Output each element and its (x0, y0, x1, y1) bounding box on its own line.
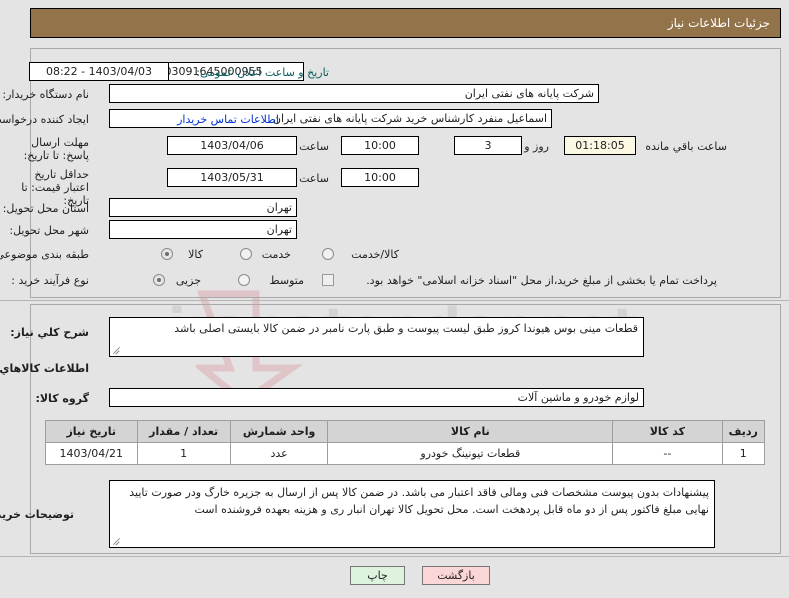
col-need-date: تاریخ نیاز (45, 420, 138, 443)
radio-category-kala[interactable] (161, 248, 173, 260)
col-row: ردیف (721, 420, 766, 443)
goods-group-field[interactable]: لوازم خودرو و ماشین آلات (109, 388, 644, 407)
days-unit-label: روز و (524, 140, 549, 153)
radio-category-kala-khedmat[interactable] (322, 248, 334, 260)
table-header-row: ردیف کد کالا نام کالا واحد شمارش تعداد /… (45, 420, 766, 443)
summary-text: قطعات مینی بوس هیوندا کروز طبق لیست پیوس… (174, 322, 638, 335)
buyer-notes-textarea[interactable]: پیشنهادات بدون پیوست مشخصات فنی ومالی فا… (109, 480, 715, 548)
cell-need-date: 1403/04/21 (45, 442, 138, 465)
radio-purchase-jozi[interactable] (153, 274, 165, 286)
section-divider-bottom (0, 556, 789, 557)
buyer-notes-label: توضیحات خریدار: (0, 508, 74, 521)
buyer-notes-text: پیشنهادات بدون پیوست مشخصات فنی ومالی فا… (129, 486, 709, 516)
category-label: طبقه بندی موضوعی: (0, 248, 89, 261)
buyer-org-label: نام دستگاه خریدار: (2, 88, 89, 101)
summary-textarea[interactable]: قطعات مینی بوس هیوندا کروز طبق لیست پیوس… (109, 317, 644, 357)
delivery-province-field[interactable]: تهران (109, 198, 297, 217)
requester-label: ایجاد کننده درخواست: (0, 113, 89, 126)
category-option-kala-khedmat-label: کالا/خدمت (351, 248, 399, 261)
announce-datetime-field[interactable]: 1403/04/03 - 08:22 (29, 62, 169, 81)
response-deadline-date-field[interactable]: 1403/04/06 (167, 136, 297, 155)
radio-purchase-motavasset[interactable] (238, 274, 250, 286)
purchase-type-label: نوع فرآیند خرید : (11, 274, 89, 287)
price-validity-time-label: ساعت (299, 172, 329, 185)
col-quantity: تعداد / مقدار (136, 420, 231, 443)
cell-quantity: 1 (136, 442, 231, 465)
header-bar: جزئیات اطلاعات نیاز (30, 8, 781, 38)
requester-field[interactable]: اسماعیل منفرد کارشناس خرید شرکت پایانه ه… (109, 109, 552, 128)
cell-row: 1 (721, 442, 766, 465)
announce-datetime-label: تاریخ و ساعت اعلان عمومی: (196, 66, 329, 79)
treasury-docs-label: پرداخت تمام یا بخشی از مبلغ خرید،از محل … (366, 274, 717, 287)
purchase-option-motavasset-label: متوسط (269, 274, 304, 287)
category-option-kala-label: کالا (188, 248, 203, 261)
delivery-city-field[interactable]: تهران (109, 220, 297, 239)
response-deadline-time-field[interactable]: 10:00 (341, 136, 419, 155)
treasury-docs-checkbox[interactable] (322, 274, 334, 286)
cell-name: قطعات تیونینگ خودرو (327, 442, 614, 465)
buyer-contact-link[interactable]: اطلاعات تماس خریدار (177, 113, 279, 126)
summary-label: شرح كلي نياز: (10, 326, 89, 339)
response-deadline-time-label: ساعت (299, 140, 329, 153)
days-remaining-field: 3 (454, 136, 522, 155)
col-name: نام کالا (327, 420, 614, 443)
print-button[interactable]: چاپ (350, 566, 405, 585)
cell-unit: عدد (229, 442, 329, 465)
delivery-province-label: استان محل تحویل: (2, 202, 89, 215)
col-unit: واحد شمارش (229, 420, 329, 443)
resize-grip-icon[interactable] (112, 345, 122, 355)
category-option-khedmat-label: خدمت (261, 248, 291, 261)
delivery-city-label: شهر محل تحویل: (9, 224, 89, 237)
page-title: جزئیات اطلاعات نیاز (667, 16, 770, 30)
response-deadline-label: مهلت ارسال پاسخ: تا تاریخ: (23, 136, 89, 162)
countdown-label: ساعت باقي مانده (645, 140, 727, 153)
purchase-option-jozi-label: جزیی (175, 274, 201, 287)
cell-code: -- (612, 442, 723, 465)
goods-group-label: گروه کالا: (35, 392, 89, 405)
price-validity-time-field[interactable]: 10:00 (341, 168, 419, 187)
section-divider-top (0, 300, 789, 301)
col-code: کد کالا (612, 420, 723, 443)
goods-table: ردیف کد کالا نام کالا واحد شمارش تعداد /… (45, 420, 766, 465)
price-validity-date-field[interactable]: 1403/05/31 (167, 168, 297, 187)
radio-category-khedmat[interactable] (240, 248, 252, 260)
back-button[interactable]: بازگشت (422, 566, 490, 585)
table-row: 1 -- قطعات تیونینگ خودرو عدد 1 1403/04/2… (45, 442, 766, 465)
page-root: iranatender.net جزئیات اطلاعات نیاز شمار… (0, 0, 789, 598)
notes-resize-grip-icon[interactable] (112, 536, 122, 546)
goods-section-title: اطلاعات كالاهاي مورد نياز (0, 362, 89, 375)
countdown-timer-field: 01:18:05 (564, 136, 636, 155)
buyer-org-field[interactable]: شرکت پایانه های نفتی ایران (109, 84, 599, 103)
